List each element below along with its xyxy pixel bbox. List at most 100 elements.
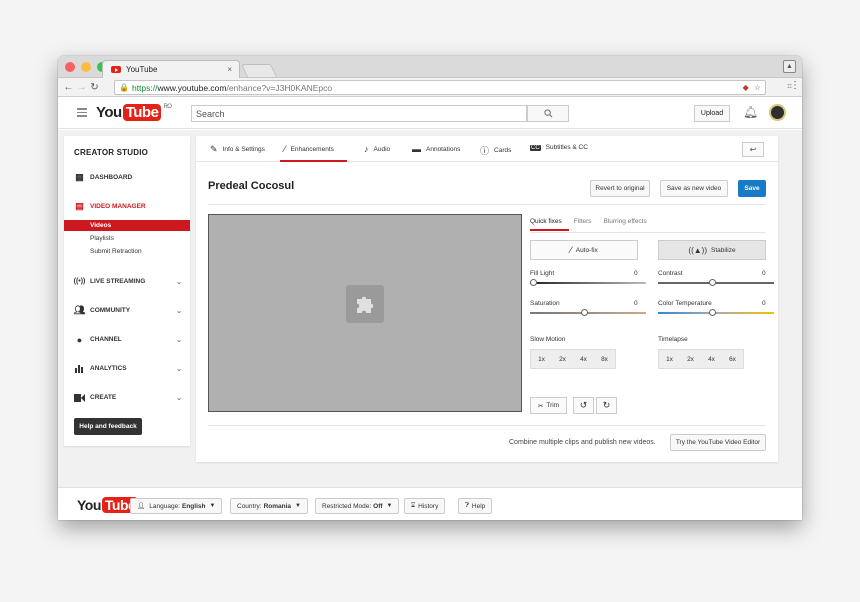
browser-tab-title: YouTube xyxy=(126,65,158,74)
fill-light-label: Fill Light xyxy=(530,270,555,277)
avatar[interactable] xyxy=(769,104,786,121)
search-input[interactable]: Search xyxy=(191,105,527,122)
upload-button[interactable]: Upload xyxy=(694,105,730,122)
search-button[interactable] xyxy=(527,105,569,122)
analytics-icon xyxy=(74,363,85,374)
sidebar-item-submit-retraction[interactable]: Submit Retraction xyxy=(64,246,190,257)
new-tab-button[interactable] xyxy=(240,64,278,77)
subtab-quick-fixes[interactable]: Quick fixes xyxy=(530,218,562,225)
dashboard-icon: ▦ xyxy=(75,172,84,182)
color-temperature-slider[interactable] xyxy=(658,312,774,314)
youtube-logo[interactable]: You Tube RO xyxy=(96,104,172,121)
tab-annotations[interactable]: ▬ Annotations xyxy=(412,144,460,154)
help-and-feedback-button[interactable]: Help and feedback xyxy=(74,418,142,435)
timelapse-6x[interactable]: 6x xyxy=(722,350,743,368)
sidebar-item-video-manager[interactable]: ▤ VIDEO MANAGER xyxy=(74,201,182,212)
sidebar-item-playlists[interactable]: Playlists xyxy=(64,233,190,244)
save-as-new-video-button[interactable]: Save as new video xyxy=(660,180,728,197)
url-path: /enhance?v=J3H0KANEpco xyxy=(226,82,333,93)
profile-icon[interactable]: ▲ xyxy=(783,60,796,73)
chevron-down-icon[interactable]: ⌄ xyxy=(176,336,182,344)
saturation-slider-handle[interactable] xyxy=(581,309,588,316)
tab-strip: YouTube × ▲ xyxy=(58,56,802,78)
rotate-left-button[interactable]: ↺ xyxy=(573,397,594,414)
restricted-mode-selector[interactable]: Restricted Mode: Off ▼ xyxy=(315,498,400,514)
try-video-editor-button[interactable]: Try the YouTube Video Editor xyxy=(670,434,766,451)
history-button[interactable]: ⌛︎ History xyxy=(404,498,446,514)
slow-motion-1x[interactable]: 1x xyxy=(531,350,552,368)
minimize-window-button[interactable] xyxy=(81,62,91,72)
help-button[interactable]: ❓︎ Help xyxy=(458,498,493,514)
sidebar-item-videos[interactable]: Videos xyxy=(64,220,190,231)
contrast-slider-handle[interactable] xyxy=(709,279,716,286)
address-bar-icons: ◆ ☆ xyxy=(743,83,761,92)
tab-info-settings[interactable]: ✎ Info & Settings xyxy=(210,144,265,155)
country-label: Country: xyxy=(237,502,262,510)
chevron-down-icon[interactable]: ⌄ xyxy=(176,307,182,315)
video-preview[interactable] xyxy=(208,214,522,412)
hamburger-menu-icon[interactable] xyxy=(77,108,87,119)
chevron-down-icon[interactable]: ⌄ xyxy=(176,365,182,373)
timelapse-2x[interactable]: 2x xyxy=(680,350,701,368)
chevron-down-icon[interactable]: ⌄ xyxy=(176,394,182,402)
contrast-slider[interactable] xyxy=(658,282,774,284)
chevron-down-icon[interactable]: ⌄ xyxy=(176,278,182,286)
timelapse-1x[interactable]: 1x xyxy=(659,350,680,368)
sidebar-item-dashboard[interactable]: ▦ DASHBOARD xyxy=(74,172,182,183)
forward-arrow-icon[interactable]: → xyxy=(75,82,88,93)
close-window-button[interactable] xyxy=(65,62,75,72)
rotate-right-button[interactable]: ↻ xyxy=(596,397,617,414)
slow-motion-8x[interactable]: 8x xyxy=(594,350,615,368)
stabilize-button[interactable]: ((▲)) Stabilize xyxy=(658,240,766,260)
tab-close-icon[interactable]: × xyxy=(227,65,232,74)
address-bar[interactable]: 🔒 https:// www.youtube.com /enhance?v=J3… xyxy=(114,80,766,95)
language-label: Language: xyxy=(149,502,180,510)
sidebar-item-analytics[interactable]: ANALYTICS ⌄ xyxy=(74,363,182,374)
sidebar-item-channel[interactable]: ● CHANNEL ⌄ xyxy=(74,334,182,345)
active-tab-indicator xyxy=(280,160,347,162)
fill-light-slider-handle[interactable] xyxy=(530,279,537,286)
info-circle-icon: ⓘ xyxy=(480,146,490,156)
back-arrow-icon[interactable]: ← xyxy=(62,82,75,93)
sidebar-item-community[interactable]: 👥︎ COMMUNITY ⌄ xyxy=(74,305,182,316)
search-placeholder: Search xyxy=(196,108,225,119)
subtab-blurring-effects[interactable]: Blurring effects xyxy=(604,218,647,225)
browser-menu-icon[interactable]: ⋮ xyxy=(790,80,800,91)
translate-icon[interactable]: ◆ xyxy=(743,83,749,92)
tab-audio[interactable]: ♪ Audio xyxy=(364,144,390,154)
tab-subtitles[interactable]: CC Subtitles & CC xyxy=(530,144,588,151)
community-icon: 👥︎ xyxy=(73,305,86,315)
sidebar-item-live-streaming[interactable]: ((•)) LIVE STREAMING ⌄ xyxy=(74,276,182,287)
save-button[interactable]: Save xyxy=(738,180,766,197)
trim-button[interactable]: ✂ Trim xyxy=(530,397,567,414)
browser-tab[interactable]: YouTube × xyxy=(102,60,240,78)
back-button[interactable]: ↩ xyxy=(742,142,764,157)
tab-label: Audio xyxy=(373,145,391,153)
contrast-label: Contrast xyxy=(658,270,683,277)
country-value: Romania xyxy=(263,502,292,510)
slow-motion-2x[interactable]: 2x xyxy=(552,350,573,368)
country-selector[interactable]: Country: Romania ▼ xyxy=(230,498,308,514)
color-temperature-value: 0 xyxy=(762,300,766,307)
tab-cards[interactable]: ⓘ Cards xyxy=(480,144,511,157)
auto-fix-button[interactable]: ⁄ Auto-fix xyxy=(530,240,638,260)
sidebar-item-label: DASHBOARD xyxy=(90,174,133,181)
color-temperature-slider-handle[interactable] xyxy=(709,309,716,316)
bookmark-star-icon[interactable]: ☆ xyxy=(754,83,761,92)
tab-enhancements[interactable]: ⁄ Enhancements xyxy=(284,144,334,154)
reload-icon[interactable]: ↻ xyxy=(88,82,101,93)
revert-to-original-button[interactable]: Revert to original xyxy=(590,180,650,197)
help-circle-icon: ❓︎ xyxy=(465,502,469,509)
logo-region: RO xyxy=(163,104,172,110)
subtab-filters[interactable]: Filters xyxy=(574,218,592,225)
language-selector[interactable]: 👤︎ Language: English ▼ xyxy=(130,498,223,514)
fill-light-slider[interactable] xyxy=(530,282,646,284)
sidebar-item-create[interactable]: CREATE ⌄ xyxy=(74,392,182,403)
saturation-slider[interactable] xyxy=(530,312,646,314)
tab-label: Enhancements xyxy=(290,145,334,153)
slow-motion-4x[interactable]: 4x xyxy=(573,350,594,368)
contrast-value: 0 xyxy=(762,270,766,277)
notifications-bell-icon[interactable]: 🔔︎ xyxy=(743,105,758,119)
restricted-mode-value: Off xyxy=(373,502,383,510)
timelapse-4x[interactable]: 4x xyxy=(701,350,722,368)
